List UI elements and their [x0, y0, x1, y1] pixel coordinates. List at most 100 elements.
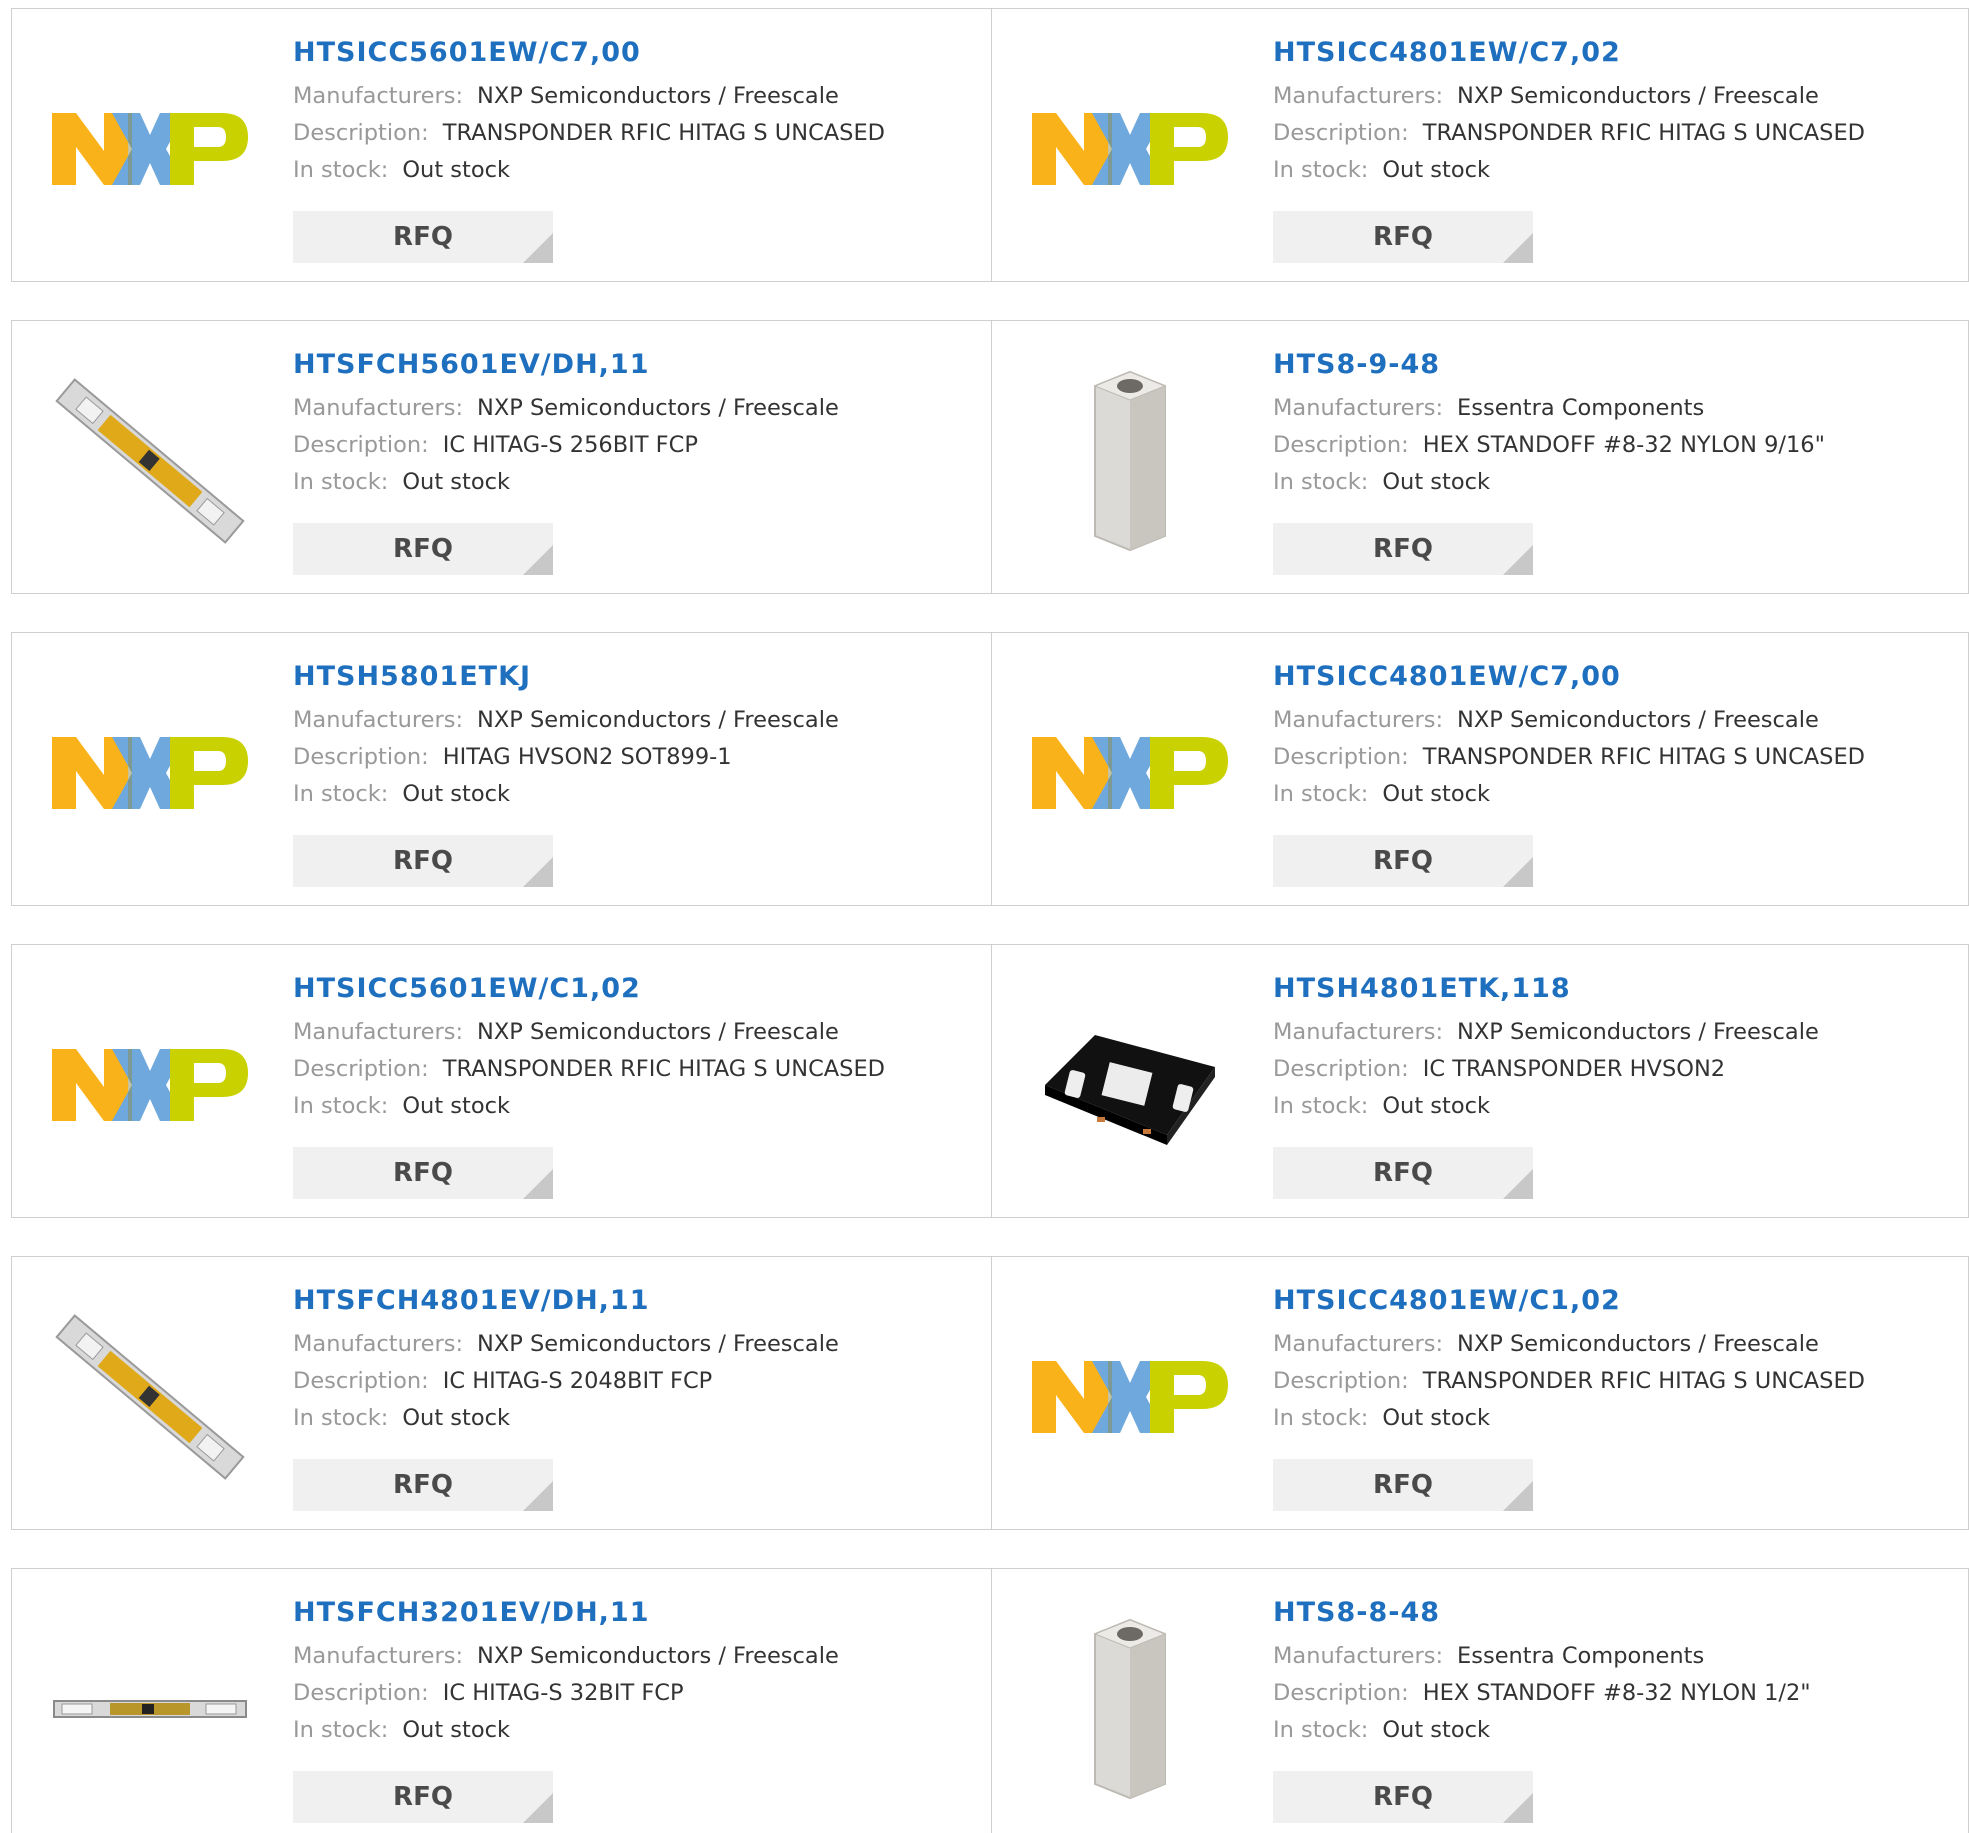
manufacturer-line: Manufacturers: NXP Semiconductors / Frees… — [1273, 78, 1865, 115]
manufacturer-value: NXP Semiconductors / Freescale — [477, 83, 839, 109]
rfq-button[interactable]: RFQ — [293, 211, 553, 263]
manufacturers-label: Manufacturers: — [1273, 83, 1444, 109]
corner-decoration — [523, 1169, 553, 1199]
manufacturer-value: Essentra Components — [1457, 1643, 1705, 1669]
rfq-button[interactable]: RFQ — [1273, 1771, 1533, 1823]
rfq-label: RFQ — [1373, 1782, 1433, 1812]
in-stock-label: In stock: — [293, 1405, 389, 1431]
corner-decoration — [523, 857, 553, 887]
manufacturer-line: Manufacturers: NXP Semiconductors / Frees… — [1273, 1326, 1865, 1363]
product-card: HTSICC5601EW/C1,02 Manufacturers: NXP Sem… — [12, 945, 990, 1217]
product-image[interactable] — [1030, 361, 1230, 561]
description-line: Description: HEX STANDOFF #8-32 NYLON 9/1… — [1273, 427, 1825, 464]
product-card: HTSICC4801EW/C7,00 Manufacturers: NXP Sem… — [991, 633, 1969, 905]
product-info: HTSICC4801EW/C7,02 Manufacturers: NXP Sem… — [1273, 37, 1865, 189]
part-number-link[interactable]: HTSICC4801EW/C1,02 — [1273, 1285, 1865, 1316]
stock-line: In stock: Out stock — [293, 1400, 839, 1437]
rfq-label: RFQ — [1373, 1158, 1433, 1188]
part-number-link[interactable]: HTSICC4801EW/C7,02 — [1273, 37, 1865, 68]
part-number-link[interactable]: HTS8-9-48 — [1273, 349, 1825, 380]
product-image[interactable] — [50, 1609, 250, 1809]
manufacturer-value: NXP Semiconductors / Freescale — [477, 1643, 839, 1669]
description-line: Description: TRANSPONDER RFIC HITAG S UNC… — [293, 115, 885, 152]
stock-line: In stock: Out stock — [293, 776, 839, 813]
rfq-label: RFQ — [393, 1470, 453, 1500]
manufacturer-line: Manufacturers: NXP Semiconductors / Frees… — [293, 702, 839, 739]
part-number-link[interactable]: HTSH5801ETKJ — [293, 661, 839, 692]
product-image[interactable] — [1030, 1297, 1230, 1497]
product-card: HTSFCH5601EV/DH,11 Manufacturers: NXP Sem… — [12, 321, 990, 593]
in-stock-label: In stock: — [293, 781, 389, 807]
manufacturer-value: Essentra Components — [1457, 395, 1705, 421]
part-number-link[interactable]: HTSFCH4801EV/DH,11 — [293, 1285, 839, 1316]
part-number-link[interactable]: HTSH4801ETK,118 — [1273, 973, 1819, 1004]
manufacturers-label: Manufacturers: — [1273, 1331, 1444, 1357]
manufacturers-label: Manufacturers: — [293, 1331, 464, 1357]
part-number-link[interactable]: HTSFCH5601EV/DH,11 — [293, 349, 839, 380]
rfq-button[interactable]: RFQ — [293, 1771, 553, 1823]
product-info: HTSICC4801EW/C1,02 Manufacturers: NXP Sem… — [1273, 1285, 1865, 1437]
product-image[interactable] — [50, 49, 250, 249]
product-image[interactable] — [50, 1297, 250, 1497]
rfq-label: RFQ — [1373, 222, 1433, 252]
chip-package-icon — [1045, 1035, 1215, 1145]
rfq-button[interactable]: RFQ — [1273, 523, 1533, 575]
product-image[interactable] — [50, 985, 250, 1185]
manufacturers-label: Manufacturers: — [293, 83, 464, 109]
part-number-link[interactable]: HTSICC4801EW/C7,00 — [1273, 661, 1865, 692]
description-line: Description: IC HITAG-S 256BIT FCP — [293, 427, 839, 464]
rfq-label: RFQ — [1373, 1470, 1433, 1500]
product-image[interactable] — [50, 361, 250, 561]
rfq-button[interactable]: RFQ — [1273, 1459, 1533, 1511]
description-label: Description: — [293, 432, 429, 458]
description-value: TRANSPONDER RFIC HITAG S UNCASED — [1422, 1368, 1866, 1394]
description-value: IC TRANSPONDER HVSON2 — [1422, 1056, 1726, 1082]
manufacturers-label: Manufacturers: — [293, 1019, 464, 1045]
in-stock-label: In stock: — [293, 1093, 389, 1119]
in-stock-label: In stock: — [293, 1717, 389, 1743]
stock-line: In stock: Out stock — [1273, 1088, 1819, 1125]
nxp-logo-icon — [1032, 737, 1228, 809]
manufacturers-label: Manufacturers: — [1273, 1643, 1444, 1669]
rfq-button[interactable]: RFQ — [1273, 835, 1533, 887]
part-number-link[interactable]: HTSFCH3201EV/DH,11 — [293, 1597, 839, 1628]
description-line: Description: IC HITAG-S 32BIT FCP — [293, 1675, 839, 1712]
part-number-link[interactable]: HTSICC5601EW/C1,02 — [293, 973, 885, 1004]
rfq-button[interactable]: RFQ — [1273, 1147, 1533, 1199]
product-info: HTSFCH5601EV/DH,11 Manufacturers: NXP Sem… — [293, 349, 839, 501]
product-image[interactable] — [1030, 673, 1230, 873]
rfq-button[interactable]: RFQ — [293, 1459, 553, 1511]
corner-decoration — [523, 1793, 553, 1823]
manufacturer-line: Manufacturers: NXP Semiconductors / Frees… — [293, 1014, 885, 1051]
product-image[interactable] — [1030, 49, 1230, 249]
stock-line: In stock: Out stock — [293, 464, 839, 501]
part-number-link[interactable]: HTS8-8-48 — [1273, 1597, 1811, 1628]
product-image[interactable] — [50, 673, 250, 873]
rfq-button[interactable]: RFQ — [293, 1147, 553, 1199]
product-image[interactable] — [1030, 1609, 1230, 1809]
corner-decoration — [1503, 857, 1533, 887]
rfq-button[interactable]: RFQ — [293, 523, 553, 575]
description-label: Description: — [293, 1056, 429, 1082]
stock-value: Out stock — [402, 1405, 510, 1431]
product-card: HTS8-9-48 Manufacturers: Essentra Compone… — [991, 321, 1969, 593]
rfq-button[interactable]: RFQ — [293, 835, 553, 887]
manufacturer-value: NXP Semiconductors / Freescale — [477, 707, 839, 733]
manufacturer-line: Manufacturers: NXP Semiconductors / Frees… — [293, 1326, 839, 1363]
description-line: Description: TRANSPONDER RFIC HITAG S UNC… — [1273, 739, 1865, 776]
in-stock-label: In stock: — [293, 469, 389, 495]
stock-value: Out stock — [1382, 1405, 1490, 1431]
stock-value: Out stock — [1382, 1717, 1490, 1743]
product-image[interactable] — [1030, 985, 1230, 1185]
product-card: HTSICC4801EW/C7,02 Manufacturers: NXP Sem… — [991, 9, 1969, 281]
stock-line: In stock: Out stock — [1273, 152, 1865, 189]
description-line: Description: IC HITAG-S 2048BIT FCP — [293, 1363, 839, 1400]
stock-value: Out stock — [402, 781, 510, 807]
manufacturer-value: NXP Semiconductors / Freescale — [477, 1019, 839, 1045]
manufacturers-label: Manufacturers: — [293, 395, 464, 421]
description-label: Description: — [293, 120, 429, 146]
rfq-button[interactable]: RFQ — [1273, 211, 1533, 263]
manufacturer-value: NXP Semiconductors / Freescale — [477, 395, 839, 421]
stock-line: In stock: Out stock — [1273, 776, 1865, 813]
part-number-link[interactable]: HTSICC5601EW/C7,00 — [293, 37, 885, 68]
